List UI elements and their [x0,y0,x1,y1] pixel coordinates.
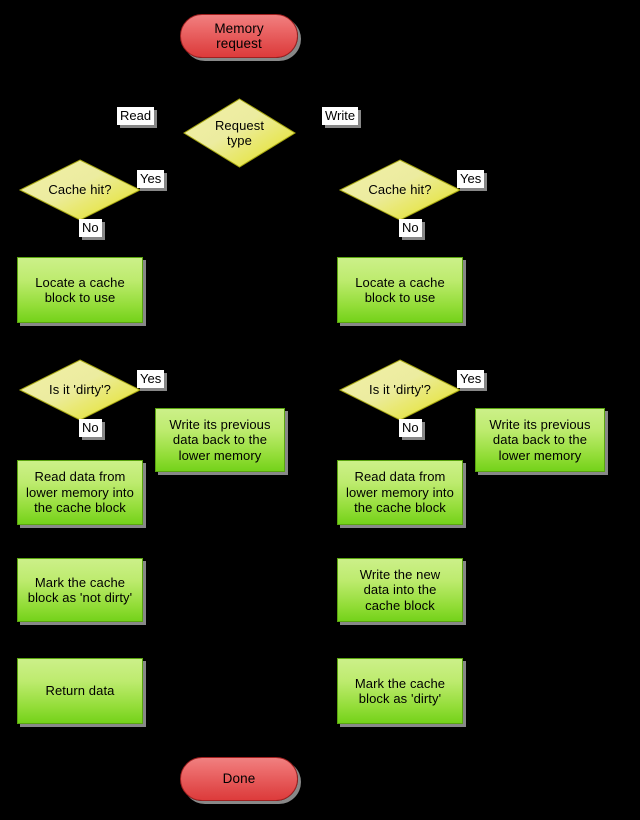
node-read-writeback-label: Write its previous data back to the lowe… [169,416,271,463]
edge-label-write-hit-yes: Yes [457,170,485,188]
node-write-fill-block[interactable]: Read data from lower memory into the cac… [337,460,463,525]
node-read-is-dirty-label: Is it 'dirty'? [49,382,111,398]
node-write-cache-hit-label: Cache hit? [368,182,432,198]
node-write-writeback[interactable]: Write its previous data back to the lowe… [475,408,605,472]
node-write-cache-hit[interactable]: Cache hit? [338,158,462,222]
node-write-store-data-label: Write the new data into the cache block [359,566,441,613]
node-read-cache-hit[interactable]: Cache hit? [18,158,142,222]
edge-write-dirty-yes [457,389,543,409]
node-read-cache-hit-label: Cache hit? [48,182,112,198]
edge-request-type-read [77,132,181,161]
node-write-is-dirty[interactable]: Is it 'dirty'? [338,358,462,422]
flowchart-canvas: Memory request Request type Cache hit? L… [0,0,640,820]
node-read-fill-block-label: Read data from lower memory into the cac… [26,469,134,516]
edge-label-write-hit-no: No [399,219,422,237]
node-write-locate-block[interactable]: Locate a cache block to use [337,257,463,323]
node-write-writeback-label: Write its previous data back to the lowe… [489,416,591,463]
node-read-locate-block[interactable]: Locate a cache block to use [17,257,143,323]
node-write-locate-block-label: Locate a cache block to use [355,274,445,306]
edge-label-read-dirty-yes: Yes [137,370,165,388]
node-read-fill-block[interactable]: Read data from lower memory into the cac… [17,460,143,525]
node-write-mark-dirty-label: Mark the cache block as 'dirty' [354,675,446,707]
node-done[interactable]: Done [180,757,298,801]
node-read-mark-not-dirty[interactable]: Mark the cache block as 'not dirty' [17,558,143,622]
edge-read-writeback-to-fill [149,472,221,494]
edge-write-mark-to-done [236,724,401,758]
node-read-return-data-label: Return data [45,683,115,699]
edge-read-return-to-done [79,724,242,758]
node-read-mark-not-dirty-label: Mark the cache block as 'not dirty' [27,574,133,606]
node-memory-request-label: Memory request [214,20,264,52]
edge-label-read-hit-no: No [79,219,102,237]
edge-label-write-dirty-yes: Yes [457,370,485,388]
node-read-return-data[interactable]: Return data [17,658,143,724]
node-request-type[interactable]: Request type [181,96,298,170]
node-write-fill-block-label: Read data from lower memory into the cac… [346,469,454,516]
edge-read-dirty-yes [137,389,223,409]
node-write-store-data[interactable]: Write the new data into the cache block [337,558,463,622]
node-request-type-label: Request type [214,117,265,149]
edge-label-write: Write [322,107,359,125]
node-read-is-dirty[interactable]: Is it 'dirty'? [18,358,142,422]
node-write-is-dirty-label: Is it 'dirty'? [369,382,431,398]
edge-label-read-hit-yes: Yes [137,170,165,188]
node-memory-request[interactable]: Memory request [180,14,298,58]
node-read-writeback[interactable]: Write its previous data back to the lowe… [155,408,285,472]
edge-label-read-dirty-no: No [79,419,102,437]
edge-label-write-dirty-no: No [399,419,422,437]
node-done-label: Done [222,771,256,787]
edge-label-read: Read [117,107,155,125]
node-read-locate-block-label: Locate a cache block to use [35,274,125,306]
node-write-mark-dirty[interactable]: Mark the cache block as 'dirty' [337,658,463,724]
edge-write-writeback-to-fill [469,472,541,494]
edge-request-type-write [297,132,403,161]
